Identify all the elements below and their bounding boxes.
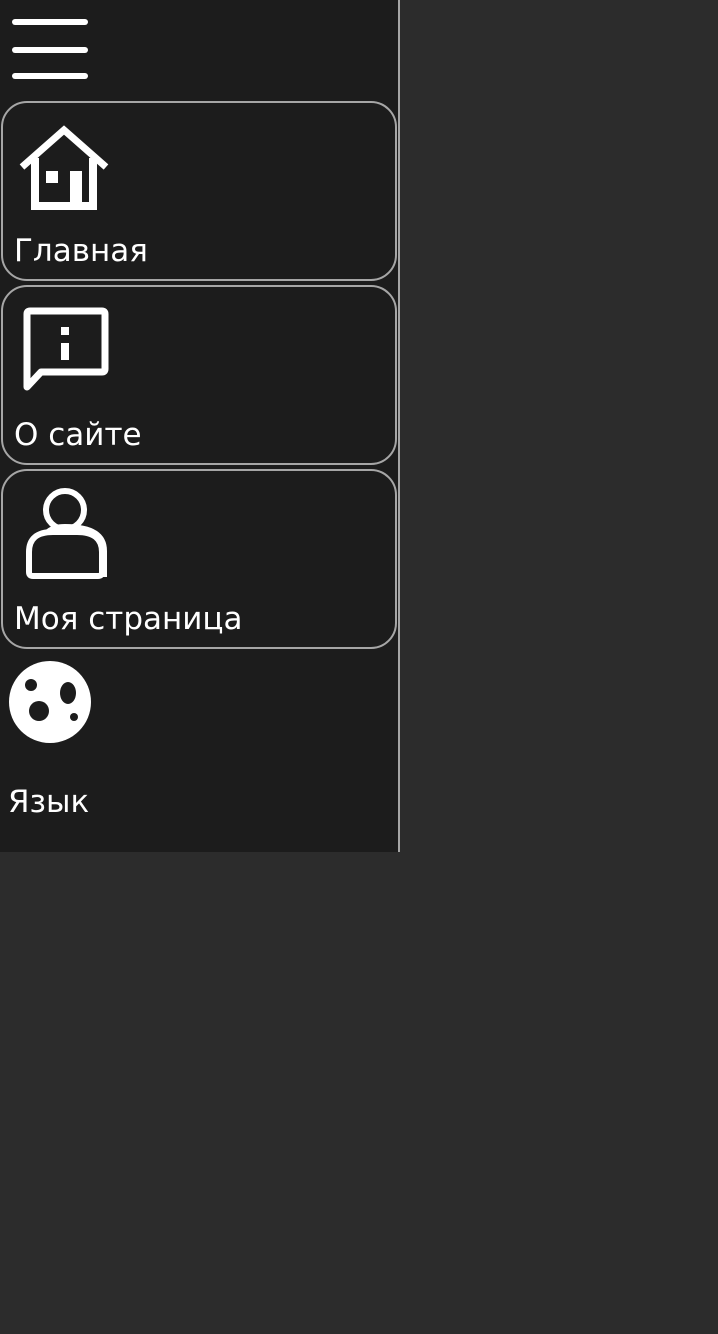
nav-item-label: Главная	[14, 233, 148, 269]
hamburger-menu-icon	[12, 19, 88, 25]
home-icon	[19, 125, 109, 210]
palette-icon	[9, 661, 91, 743]
user-icon	[26, 488, 107, 579]
nav-item-about[interactable]: О сайте	[1, 285, 397, 465]
language-label: Язык	[8, 784, 90, 820]
sidebar: Главная О сайте Моя страница Язык	[0, 0, 400, 852]
nav-item-label: Моя страница	[14, 601, 243, 637]
info-message-icon	[23, 307, 109, 391]
nav-item-label: О сайте	[14, 417, 142, 453]
hamburger-menu-icon-bar	[12, 73, 88, 79]
hamburger-menu-icon-bar	[12, 47, 88, 53]
nav-item-home[interactable]: Главная	[1, 101, 397, 281]
nav-item-my-page[interactable]: Моя страница	[1, 469, 397, 649]
hamburger-menu-button[interactable]	[10, 17, 90, 83]
language-selector[interactable]: Язык	[0, 652, 398, 832]
